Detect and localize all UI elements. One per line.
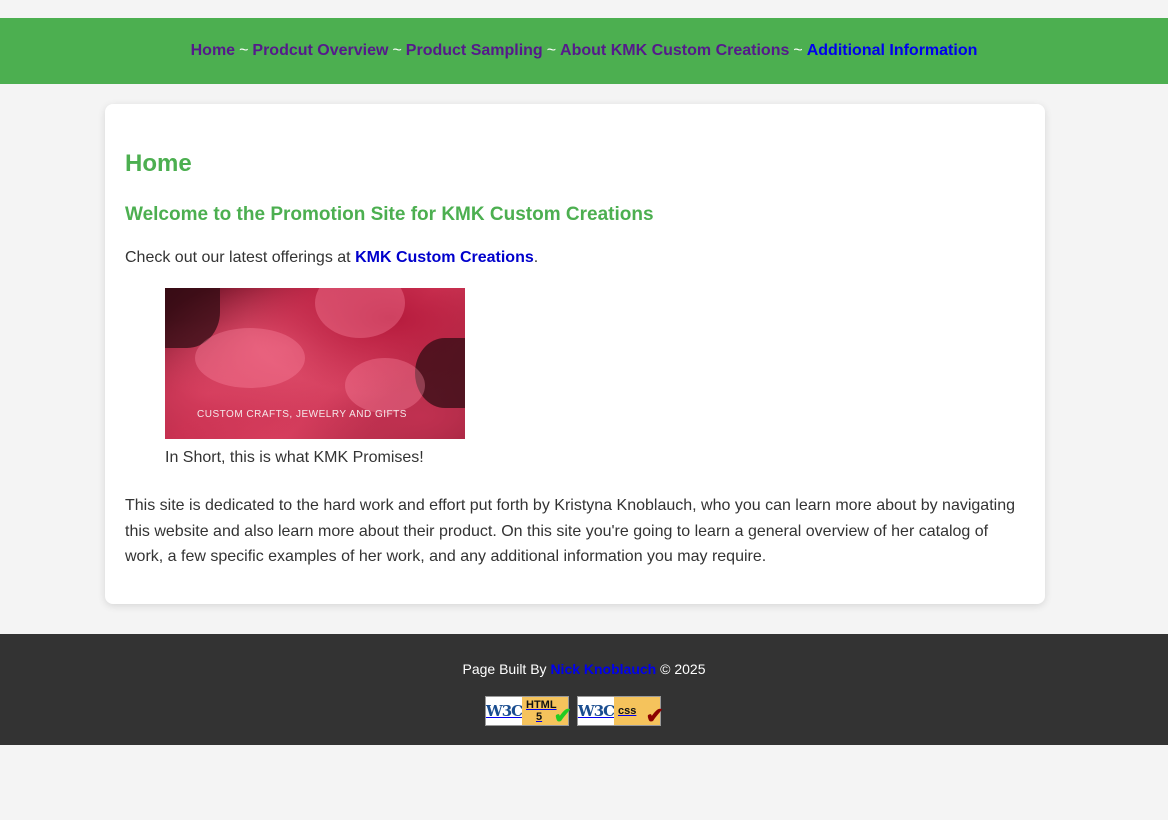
checkmark-icon: ✔ [645,703,664,728]
content-card: Home Welcome to the Promotion Site for K… [105,104,1045,604]
nav-separator: ~ [793,42,803,59]
nav-link-additional-info[interactable]: Additional Information [807,42,978,60]
w3c-html5-badge[interactable]: W3C HTML 5 ✔ [485,696,572,727]
nav-link-product-overview[interactable]: Prodcut Overview [252,42,388,60]
footer-credit: Page Built By Nick Knoblauch © 2025 [0,661,1168,677]
badge-label-line2: 5 [536,711,543,723]
intro-text: Check out our latest offerings at [125,249,356,266]
nav-separator: ~ [546,42,557,59]
image-caption: In Short, this is what KMK Promises! [165,449,424,466]
w3c-css-badge[interactable]: W3C css ✔ [577,696,664,727]
image-shadow [415,338,465,408]
checkmark-icon: ✔ [553,703,572,728]
intro-paragraph: Check out our latest offerings at KMK Cu… [125,249,538,267]
credit-suffix: © 2025 [656,661,706,677]
nav-link-product-sampling[interactable]: Product Sampling [406,42,543,60]
nav-separator: ~ [239,42,249,59]
nav-link-about[interactable]: About KMK Custom Creations [560,42,789,60]
w3c-logo-icon: W3C [486,697,523,725]
image-petal [195,328,305,388]
body-paragraph: This site is dedicated to the hard work … [125,497,1015,565]
kmk-custom-creations-link[interactable]: KMK Custom Creations [355,249,534,266]
welcome-heading: Welcome to the Promotion Site for KMK Cu… [125,204,654,225]
page-footer: Page Built By Nick Knoblauch © 2025 W3C … [0,634,1168,745]
author-link[interactable]: Nick Knoblauch [550,661,656,677]
image-petal [315,288,405,338]
badge-label-line1: css [618,705,637,717]
badge-label: css ✔ [614,697,664,727]
badge-label: HTML 5 ✔ [522,697,572,727]
top-navigation: Home ~ Prodcut Overview ~ Product Sampli… [0,18,1168,84]
page-title: Home [125,150,192,177]
nav-separator: ~ [392,42,402,59]
nav-link-home[interactable]: Home [191,42,235,60]
badge-label-line1: HTML [526,699,557,711]
image-petal [345,358,425,413]
intro-end: . [533,249,539,266]
w3c-logo-icon: W3C [578,697,615,725]
promo-image: CUSTOM CRAFTS, JEWELRY AND GIFTS [165,288,465,439]
image-tagline: CUSTOM CRAFTS, JEWELRY AND GIFTS [197,409,407,420]
credit-prefix: Page Built By [462,661,551,677]
